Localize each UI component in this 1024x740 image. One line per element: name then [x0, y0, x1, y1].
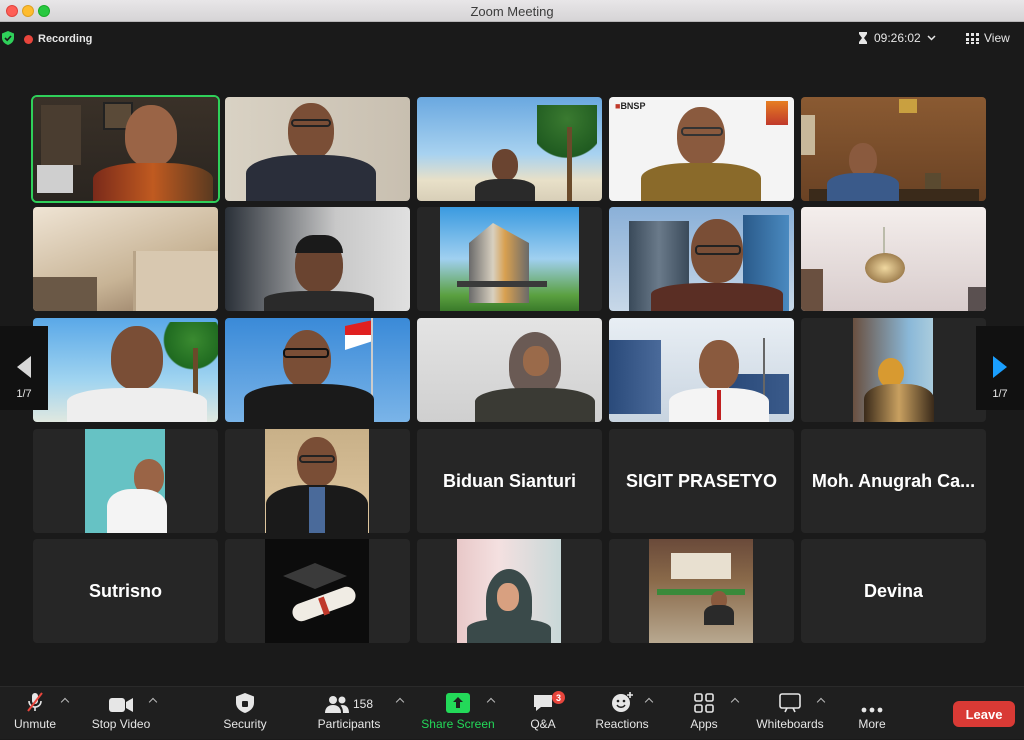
- video-tile[interactable]: [225, 318, 410, 422]
- participant-name: Sutrisno: [88, 580, 162, 601]
- video-tile[interactable]: [33, 429, 218, 533]
- participant-face: [125, 105, 177, 167]
- record-dot-icon: [24, 34, 33, 44]
- video-tile[interactable]: [801, 318, 986, 422]
- video-tile[interactable]: [33, 318, 218, 422]
- video-tile[interactable]: [801, 97, 986, 201]
- bnsp-logo: ■BNSP: [615, 101, 646, 111]
- participant-name: Devina: [863, 580, 924, 601]
- unmute-button[interactable]: Unmute: [8, 687, 62, 740]
- participants-icon: [324, 696, 349, 713]
- arrow-left-icon: [17, 356, 31, 378]
- arrow-right-icon: [993, 356, 1007, 378]
- video-tile[interactable]: [417, 207, 602, 311]
- video-tile[interactable]: [225, 207, 410, 311]
- stop-video-button[interactable]: Stop Video: [88, 687, 154, 740]
- name-tile-devina[interactable]: Devina: [801, 539, 986, 643]
- video-tile-graduation[interactable]: [225, 539, 410, 643]
- participants-count: 158: [352, 697, 374, 711]
- badge-logo: [766, 101, 788, 125]
- video-tile[interactable]: [33, 207, 218, 311]
- whiteboards-label: Whiteboards: [756, 717, 824, 731]
- name-tile-anugrah[interactable]: Moh. Anugrah Ca...: [801, 429, 986, 533]
- more-dots-icon: [861, 707, 883, 713]
- previous-page-button[interactable]: 1/7: [0, 326, 48, 410]
- shield-check-icon[interactable]: [2, 31, 14, 45]
- next-page-button[interactable]: 1/7: [976, 326, 1024, 410]
- security-label: Security: [223, 717, 267, 731]
- qa-badge: 3: [552, 691, 565, 704]
- name-tile-sutrisno[interactable]: Sutrisno: [33, 539, 218, 643]
- video-tile[interactable]: [609, 539, 794, 643]
- hourglass-icon: [859, 32, 867, 44]
- reactions-button[interactable]: Reactions: [592, 687, 652, 740]
- page-indicator-right: 1/7: [992, 388, 1008, 400]
- share-screen-icon: [446, 693, 470, 713]
- participant-name: SIGIT PRASETYO: [625, 470, 778, 491]
- recording-label: Recording: [38, 33, 93, 45]
- audio-options-caret[interactable]: [60, 697, 70, 707]
- participant-name: Biduan Sianturi: [442, 470, 576, 491]
- reactions-label: Reactions: [595, 717, 649, 731]
- meeting-time: 09:26:02: [874, 31, 921, 45]
- window-title: Zoom Meeting: [470, 4, 554, 19]
- recording-indicator[interactable]: Recording: [24, 30, 92, 48]
- view-button[interactable]: View: [966, 28, 1010, 48]
- meeting-topbar: Recording 09:26:02 View: [0, 22, 1024, 56]
- video-tile-active-speaker[interactable]: [31, 95, 220, 203]
- whiteboards-button[interactable]: Whiteboards: [754, 687, 826, 740]
- whiteboard-icon: [779, 693, 801, 713]
- more-button[interactable]: More: [854, 687, 890, 740]
- leave-button[interactable]: Leave: [953, 701, 1015, 727]
- video-tile[interactable]: [609, 207, 794, 311]
- name-tile-biduan[interactable]: Biduan Sianturi: [417, 429, 602, 533]
- security-button[interactable]: Security: [218, 687, 272, 740]
- meeting-timer[interactable]: 09:26:02: [858, 28, 936, 48]
- video-tile[interactable]: [417, 318, 602, 422]
- share-screen-label: Share Screen: [421, 717, 495, 731]
- participants-label: Participants: [317, 717, 381, 731]
- stop-video-label: Stop Video: [91, 717, 151, 731]
- video-tile[interactable]: [225, 97, 410, 201]
- name-tile-sigit[interactable]: SIGIT PRASETYO: [609, 429, 794, 533]
- view-label: View: [984, 31, 1010, 45]
- page-indicator-left: 1/7: [16, 388, 32, 400]
- video-tile[interactable]: ■BNSP: [609, 97, 794, 201]
- video-tile[interactable]: [417, 97, 602, 201]
- participants-button[interactable]: 158 Participants: [312, 687, 386, 740]
- participant-name: Moh. Anugrah Ca...: [811, 470, 976, 491]
- apps-options-caret[interactable]: [730, 697, 740, 707]
- qa-button[interactable]: 3 Q&A: [526, 687, 565, 740]
- video-tile[interactable]: [609, 318, 794, 422]
- smiley-icon: [612, 692, 633, 712]
- microphone-muted-icon: [27, 692, 43, 712]
- chevron-down-icon: [927, 35, 936, 41]
- apps-label: Apps: [690, 717, 718, 731]
- more-label: More: [858, 717, 886, 731]
- meeting-toolbar: Unmute Stop Video Security 158 Participa…: [0, 686, 1024, 739]
- participants-options-caret[interactable]: [395, 697, 405, 707]
- unmute-label: Unmute: [13, 717, 57, 731]
- security-shield-icon: [236, 693, 254, 713]
- grid-view-icon: [966, 32, 979, 44]
- qa-chat-icon: [534, 695, 552, 711]
- video-tile[interactable]: [417, 539, 602, 643]
- apps-button[interactable]: Apps: [686, 687, 722, 740]
- share-screen-button[interactable]: Share Screen: [420, 687, 496, 740]
- window-titlebar: Zoom Meeting: [0, 0, 1024, 22]
- video-tile[interactable]: [801, 207, 986, 311]
- video-tile[interactable]: [225, 429, 410, 533]
- video-camera-icon: [109, 698, 133, 712]
- qa-label: Q&A: [530, 717, 556, 731]
- apps-icon: [694, 693, 714, 713]
